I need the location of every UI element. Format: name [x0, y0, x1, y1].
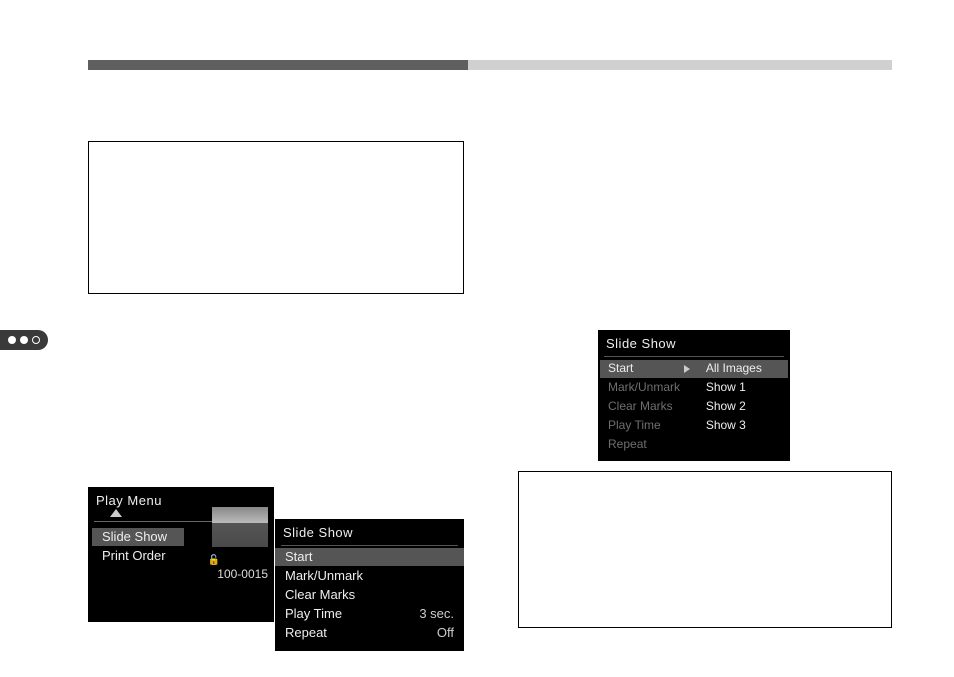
lock-icon: 🔓 — [208, 555, 220, 567]
label: Play Time — [285, 606, 342, 622]
label: Show 3 — [706, 418, 746, 432]
label: Mark/Unmark — [608, 380, 680, 394]
thumbnail-preview — [212, 507, 268, 547]
label: Repeat — [285, 625, 327, 641]
menu-item-start[interactable]: Start — [600, 360, 698, 378]
menu-item-playtime[interactable]: Play Time 3 sec. — [275, 605, 464, 623]
menu-divider — [281, 545, 458, 546]
divider-light — [468, 60, 892, 70]
value: Off — [437, 625, 454, 641]
menu-item-mark[interactable]: Mark/Unmark — [275, 567, 464, 585]
label: Show 1 — [706, 380, 746, 394]
step-box — [518, 471, 892, 628]
section-divider — [88, 60, 892, 70]
label: All Images — [706, 361, 762, 375]
label: Clear Marks — [285, 587, 355, 603]
menu-item-repeat[interactable]: Repeat Off — [275, 624, 464, 642]
label: Clear Marks — [608, 399, 673, 413]
menu-item-repeat[interactable]: Repeat — [600, 436, 698, 454]
label: Start — [608, 361, 633, 375]
chevron-right-icon — [684, 365, 690, 373]
note-box — [88, 141, 464, 294]
divider-dark — [88, 60, 468, 70]
menu-item-playtime[interactable]: Play Time — [600, 417, 698, 435]
up-arrow-icon — [110, 509, 122, 517]
label: Mark/Unmark — [285, 568, 363, 584]
page-side-tab — [0, 330, 48, 350]
slide-show-start-submenu: Slide Show Start Mark/Unmark Clear Marks… — [598, 330, 790, 461]
slide-show-title: Slide Show — [598, 330, 790, 354]
menu-divider — [604, 356, 784, 357]
menu-item-slide-show[interactable]: Slide Show — [92, 528, 184, 546]
menu-item-print-order[interactable]: Print Order — [92, 547, 184, 565]
submenu-item-all-images[interactable]: All Images — [698, 360, 788, 378]
label: Show 2 — [706, 399, 746, 413]
dot-outline-icon — [32, 336, 40, 344]
dot-icon — [20, 336, 28, 344]
label: Start — [285, 549, 312, 565]
submenu-item-show-1[interactable]: Show 1 — [698, 379, 788, 397]
play-menu-screen: Play Menu Slide Show Print Order 🔓 100-0… — [88, 487, 274, 622]
label: Repeat — [608, 437, 647, 451]
slide-show-title: Slide Show — [275, 519, 464, 543]
slide-show-menu-screen: Slide Show Start Mark/Unmark Clear Marks… — [275, 519, 464, 651]
label: Play Time — [608, 418, 661, 432]
menu-item-start[interactable]: Start — [275, 548, 464, 566]
dot-icon — [8, 336, 16, 344]
menu-item-clear[interactable]: Clear Marks — [275, 586, 464, 604]
image-number: 100-0015 — [217, 567, 268, 581]
menu-item-mark[interactable]: Mark/Unmark — [600, 379, 698, 397]
submenu-item-show-3[interactable]: Show 3 — [698, 417, 788, 435]
value: 3 sec. — [419, 606, 454, 622]
menu-item-clear[interactable]: Clear Marks — [600, 398, 698, 416]
submenu-item-show-2[interactable]: Show 2 — [698, 398, 788, 416]
